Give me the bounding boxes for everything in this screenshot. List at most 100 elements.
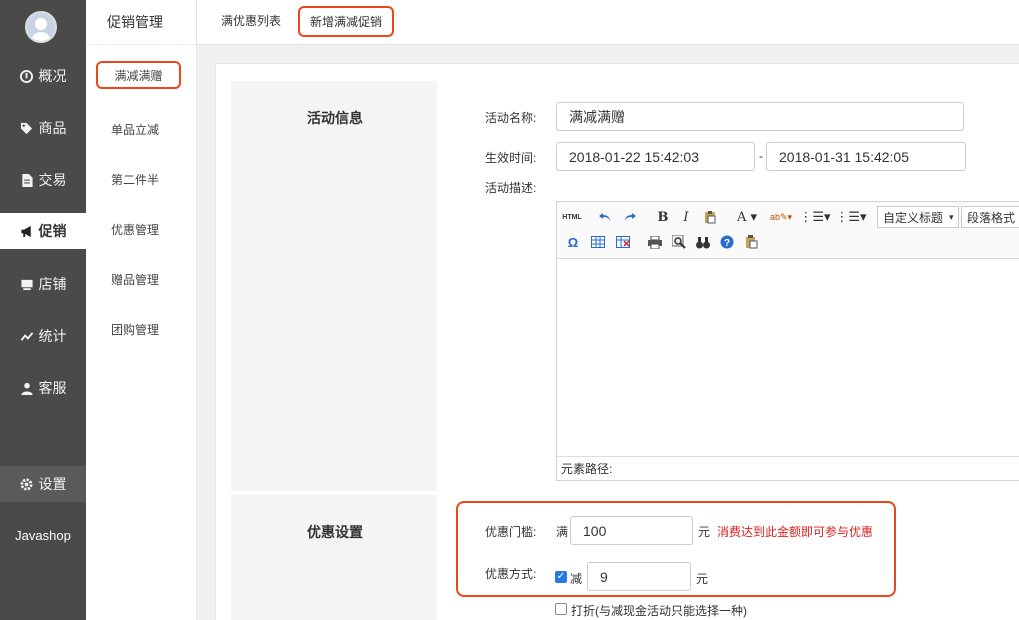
nav-item-service[interactable]: 客服 [0, 370, 86, 406]
svg-text:?: ? [724, 238, 730, 249]
highlight-button[interactable]: ab✎▾ [766, 207, 796, 227]
time-separator: - [759, 149, 763, 163]
nav-item-label: 统计 [38, 328, 67, 344]
special-char-button[interactable]: Ω [563, 232, 583, 252]
paragraph-format-label: 段落格式 [967, 210, 1016, 225]
redo-icon [625, 213, 636, 221]
clipboard-icon [705, 211, 716, 224]
main-sidebar: 概况 商品 交易 促销 店铺 统计 客服 设置 Javashop [0, 0, 86, 620]
search-replace-button[interactable] [693, 232, 713, 252]
nav-item-label: 设置 [38, 476, 67, 492]
editor-body[interactable] [557, 259, 1019, 457]
start-time-input[interactable]: 2018-01-22 15:42:03 [556, 142, 755, 171]
html-source-button[interactable]: HTML [560, 207, 584, 227]
activity-info-label-cell [231, 81, 437, 491]
reduce-unit: 元 [696, 572, 709, 586]
reduce-label: 减 [570, 572, 583, 586]
nav-item-label: 店铺 [38, 276, 67, 292]
clipboard-button[interactable] [741, 232, 761, 252]
nav-item-promotion[interactable]: 促销 [0, 213, 86, 249]
undo-icon [599, 213, 610, 221]
editor-element-path: 元素路径: [557, 456, 1019, 480]
reduce-checkbox[interactable]: ✓ [555, 571, 567, 583]
paste-icon [745, 235, 757, 249]
overview-icon [20, 69, 34, 83]
nav-item-trade[interactable]: 交易 [0, 162, 86, 198]
subnav-item-second-half[interactable]: 第二件半 [111, 171, 159, 188]
chart-line-icon [20, 329, 34, 343]
table-delete-icon [616, 236, 630, 248]
nav-item-label: 交易 [38, 172, 67, 188]
check-icon: ✓ [556, 571, 566, 582]
preview-button[interactable] [669, 232, 689, 252]
user-icon [20, 381, 34, 395]
subnav-item-coupon[interactable]: 优惠管理 [111, 221, 159, 238]
tag-icon [20, 121, 34, 135]
discount-option-label: 打折(与减现金活动只能选择一种) [571, 604, 747, 618]
print-button[interactable] [645, 232, 665, 252]
discount-label-cell [231, 495, 437, 620]
bold-icon: B [657, 209, 669, 225]
paste-format-button[interactable] [700, 207, 720, 227]
nav-item-settings[interactable]: 设置 [0, 466, 86, 502]
help-button[interactable]: ? [717, 232, 737, 252]
nav-item-label: 商品 [38, 120, 67, 136]
italic-button[interactable]: I [676, 207, 696, 227]
brand-logo: Javashop [15, 528, 71, 543]
tab-bar: 满优惠列表 新增满减促销 [197, 0, 1019, 45]
effective-time-label: 生效时间: [485, 151, 537, 165]
nav-item-overview[interactable]: 概况 [0, 58, 86, 94]
activity-name-input[interactable]: 满减满赠 [556, 102, 964, 131]
undo-button[interactable] [595, 207, 615, 227]
tab-full-discount-list[interactable]: 满优惠列表 [221, 12, 281, 29]
font-color-button[interactable]: A ▾ [732, 207, 762, 227]
tab-add-full-reduction[interactable]: 新增满减促销 [298, 6, 394, 37]
end-time-input[interactable]: 2018-01-31 15:42:05 [766, 142, 966, 171]
activity-desc-label: 活动描述: [485, 181, 537, 195]
section-title-activity-info: 活动信息 [307, 110, 363, 126]
nav-item-store[interactable]: 店铺 [0, 266, 86, 302]
paragraph-format-select[interactable]: 段落格式 [961, 206, 1019, 228]
subnav-item-gift[interactable]: 赠品管理 [111, 271, 159, 288]
editor-toolbar: HTML B I A ▾ ab✎▾ ⋮☰▾ ⋮☰▾ 自定义标题 ▾ 段落格式 Ω [557, 202, 1019, 259]
subnav-item-group-buy[interactable]: 团购管理 [111, 321, 159, 338]
ordered-list-icon: ⋮☰▾ [799, 209, 831, 224]
redo-button[interactable] [620, 207, 640, 227]
activity-name-label: 活动名称: [485, 111, 537, 125]
sub-sidebar: 促销管理 满减满赠 单品立减 第二件半 优惠管理 赠品管理 团购管理 [86, 0, 197, 620]
megaphone-icon [20, 224, 34, 238]
subnav-title: 促销管理 [107, 14, 163, 30]
rich-text-editor: HTML B I A ▾ ab✎▾ ⋮☰▾ ⋮☰▾ 自定义标题 ▾ 段落格式 Ω [556, 201, 1019, 481]
nav-item-stats[interactable]: 统计 [0, 318, 86, 354]
nav-item-goods[interactable]: 商品 [0, 110, 86, 146]
unordered-list-button[interactable]: ⋮☰▾ [835, 207, 867, 227]
threshold-input[interactable]: 100 [570, 516, 693, 545]
avatar[interactable] [25, 11, 57, 43]
help-icon: ? [720, 235, 734, 249]
insert-table-button[interactable] [588, 232, 608, 252]
divider [86, 44, 197, 45]
nav-item-label: 促销 [38, 223, 67, 239]
ordered-list-button[interactable]: ⋮☰▾ [799, 207, 831, 227]
discount-method-label: 优惠方式: [485, 567, 537, 581]
subnav-item-full-reduction[interactable]: 满减满赠 [96, 61, 181, 89]
threshold-hint: 消费达到此金额即可参与优惠 [717, 525, 874, 539]
subnav-item-single-reduction[interactable]: 单品立减 [111, 121, 159, 138]
omega-icon: Ω [567, 234, 579, 250]
font-color-icon: A ▾ [736, 209, 758, 225]
print-icon [648, 235, 662, 249]
nav-item-label: 概况 [38, 68, 67, 84]
discount-checkbox[interactable] [555, 603, 567, 615]
bold-button[interactable]: B [653, 207, 673, 227]
threshold-unit: 元 [698, 525, 711, 539]
italic-icon: I [683, 209, 689, 225]
unordered-list-icon: ⋮☰▾ [835, 209, 867, 224]
highlight-icon: ab✎▾ [769, 211, 793, 222]
nav-item-label: 客服 [38, 380, 67, 396]
binoculars-icon [696, 236, 710, 248]
delete-table-button[interactable] [613, 232, 633, 252]
section-title-discount-settings: 优惠设置 [307, 524, 363, 540]
custom-heading-select[interactable]: 自定义标题 ▾ [877, 206, 959, 228]
reduce-amount-input[interactable]: 9 [587, 562, 691, 591]
chevron-down-icon: ▾ [949, 211, 954, 222]
